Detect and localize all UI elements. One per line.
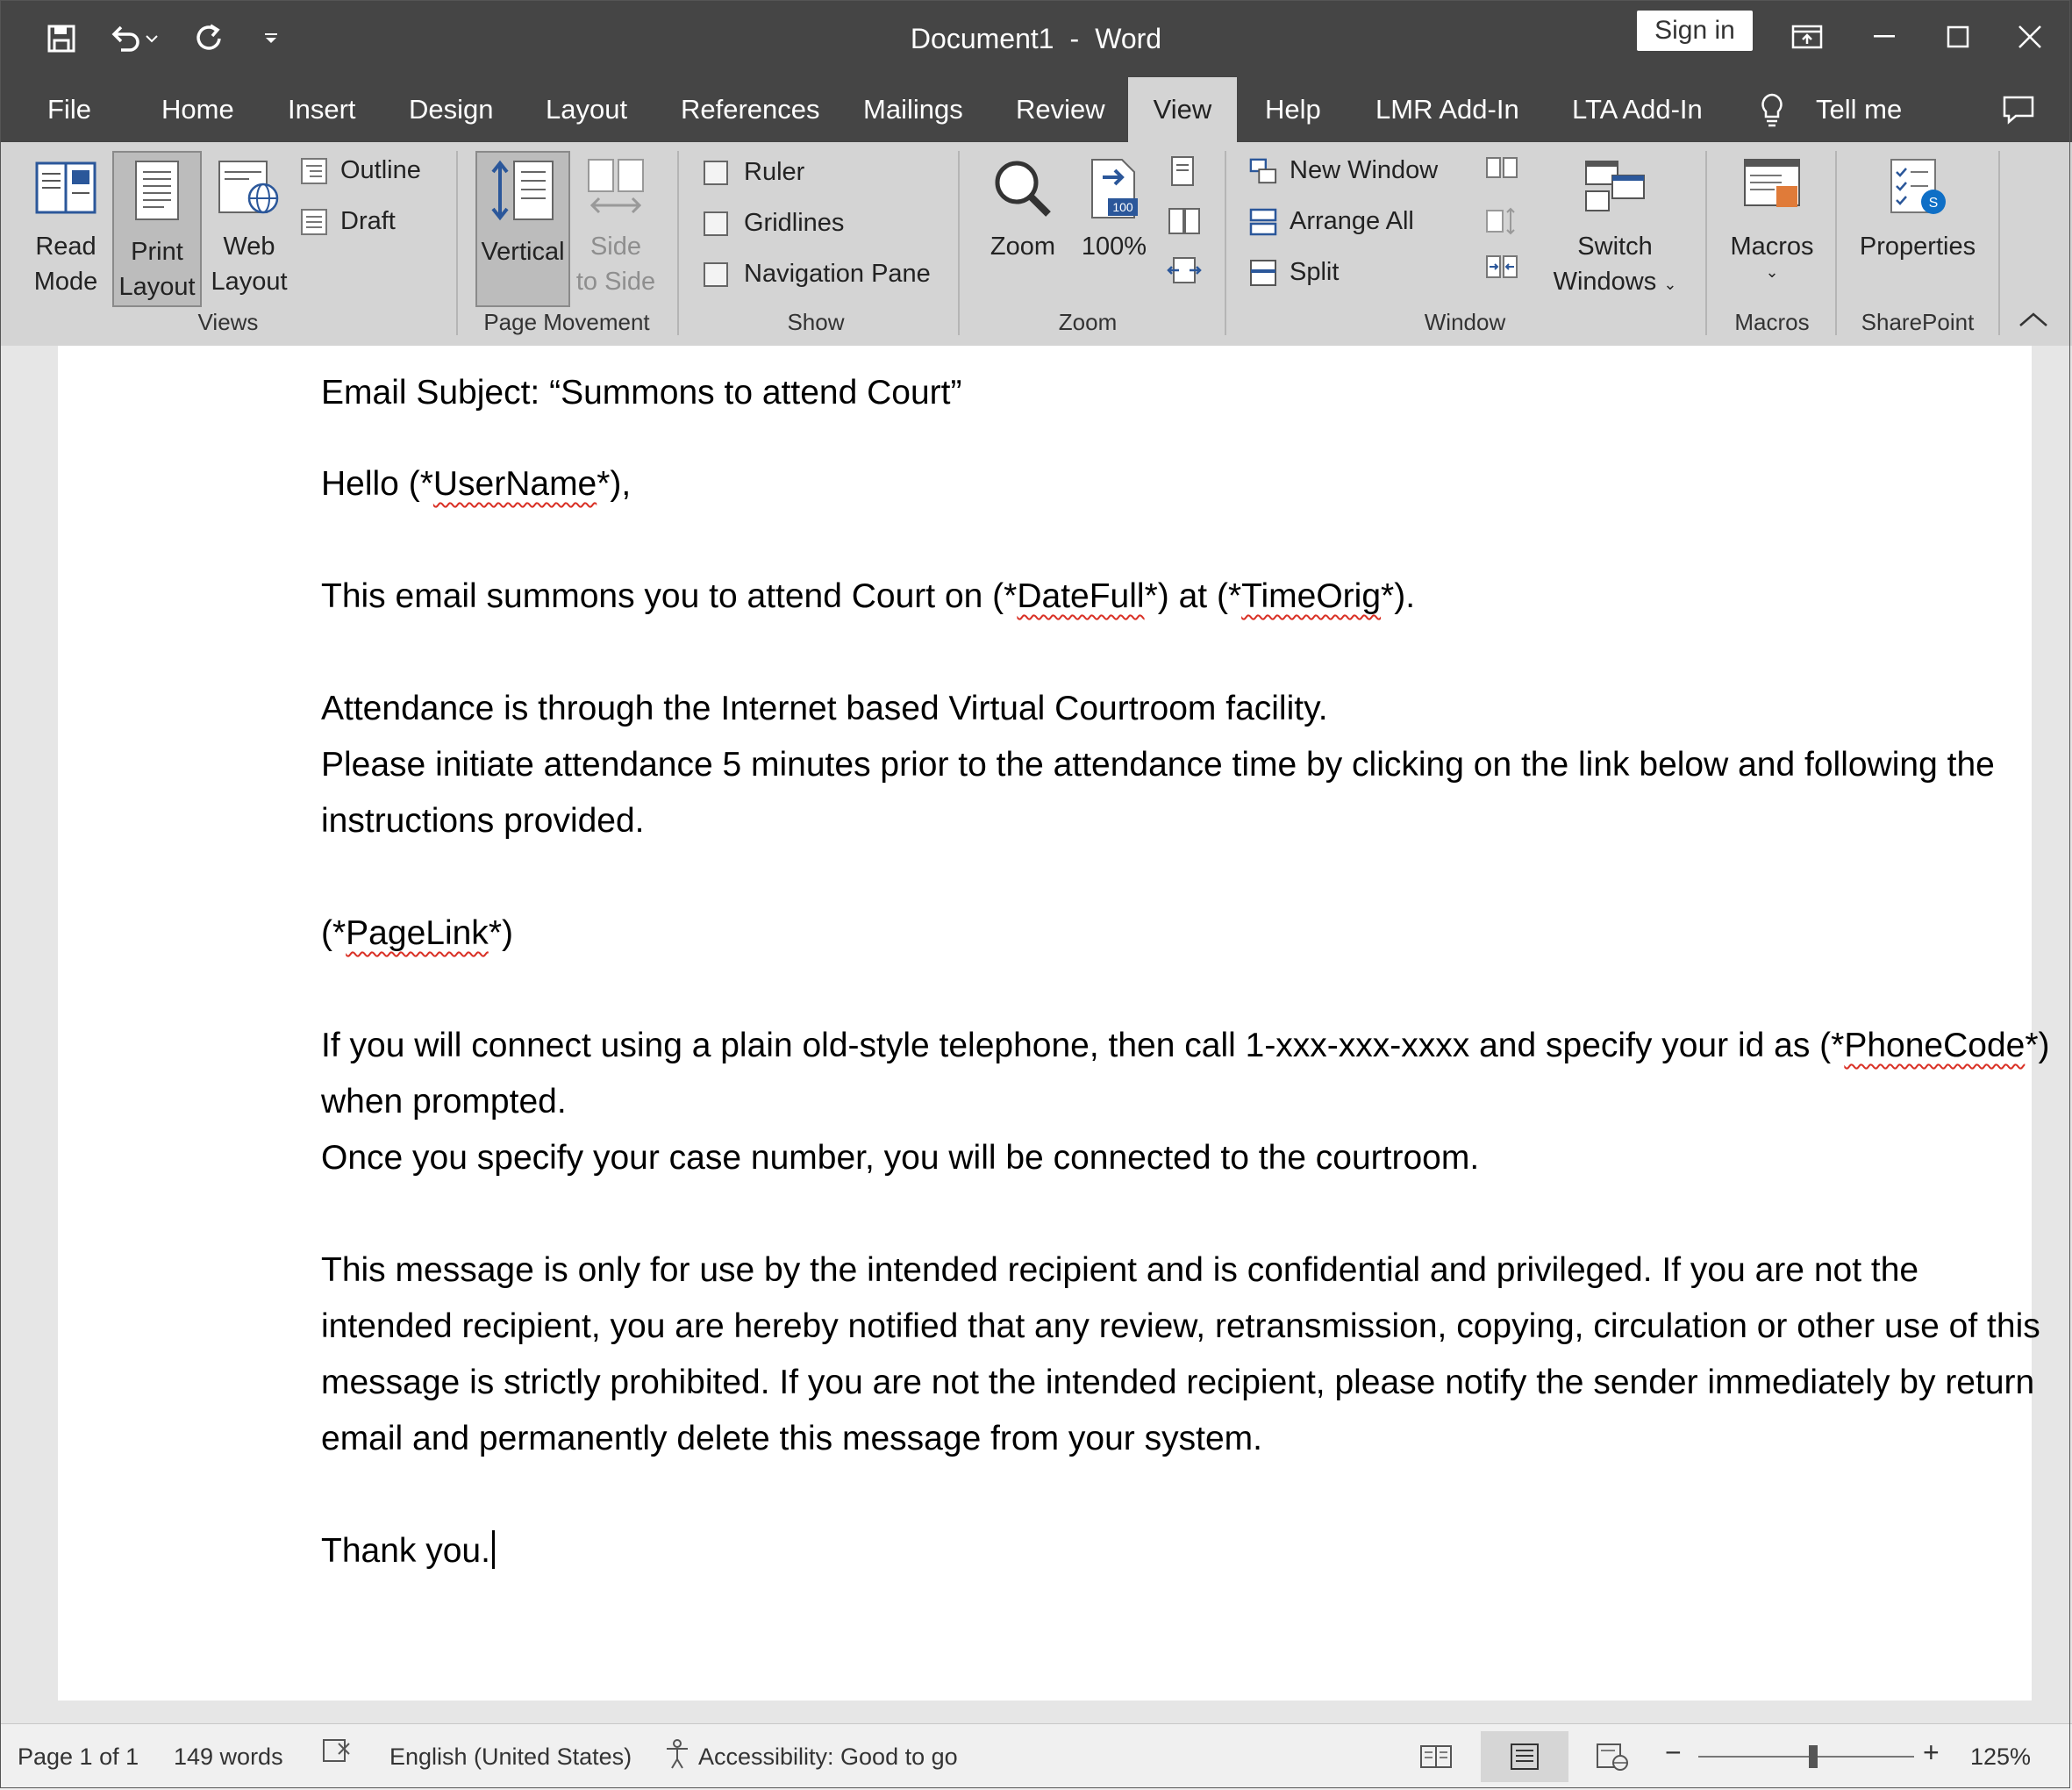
window-border bbox=[0, 0, 2070, 1788]
